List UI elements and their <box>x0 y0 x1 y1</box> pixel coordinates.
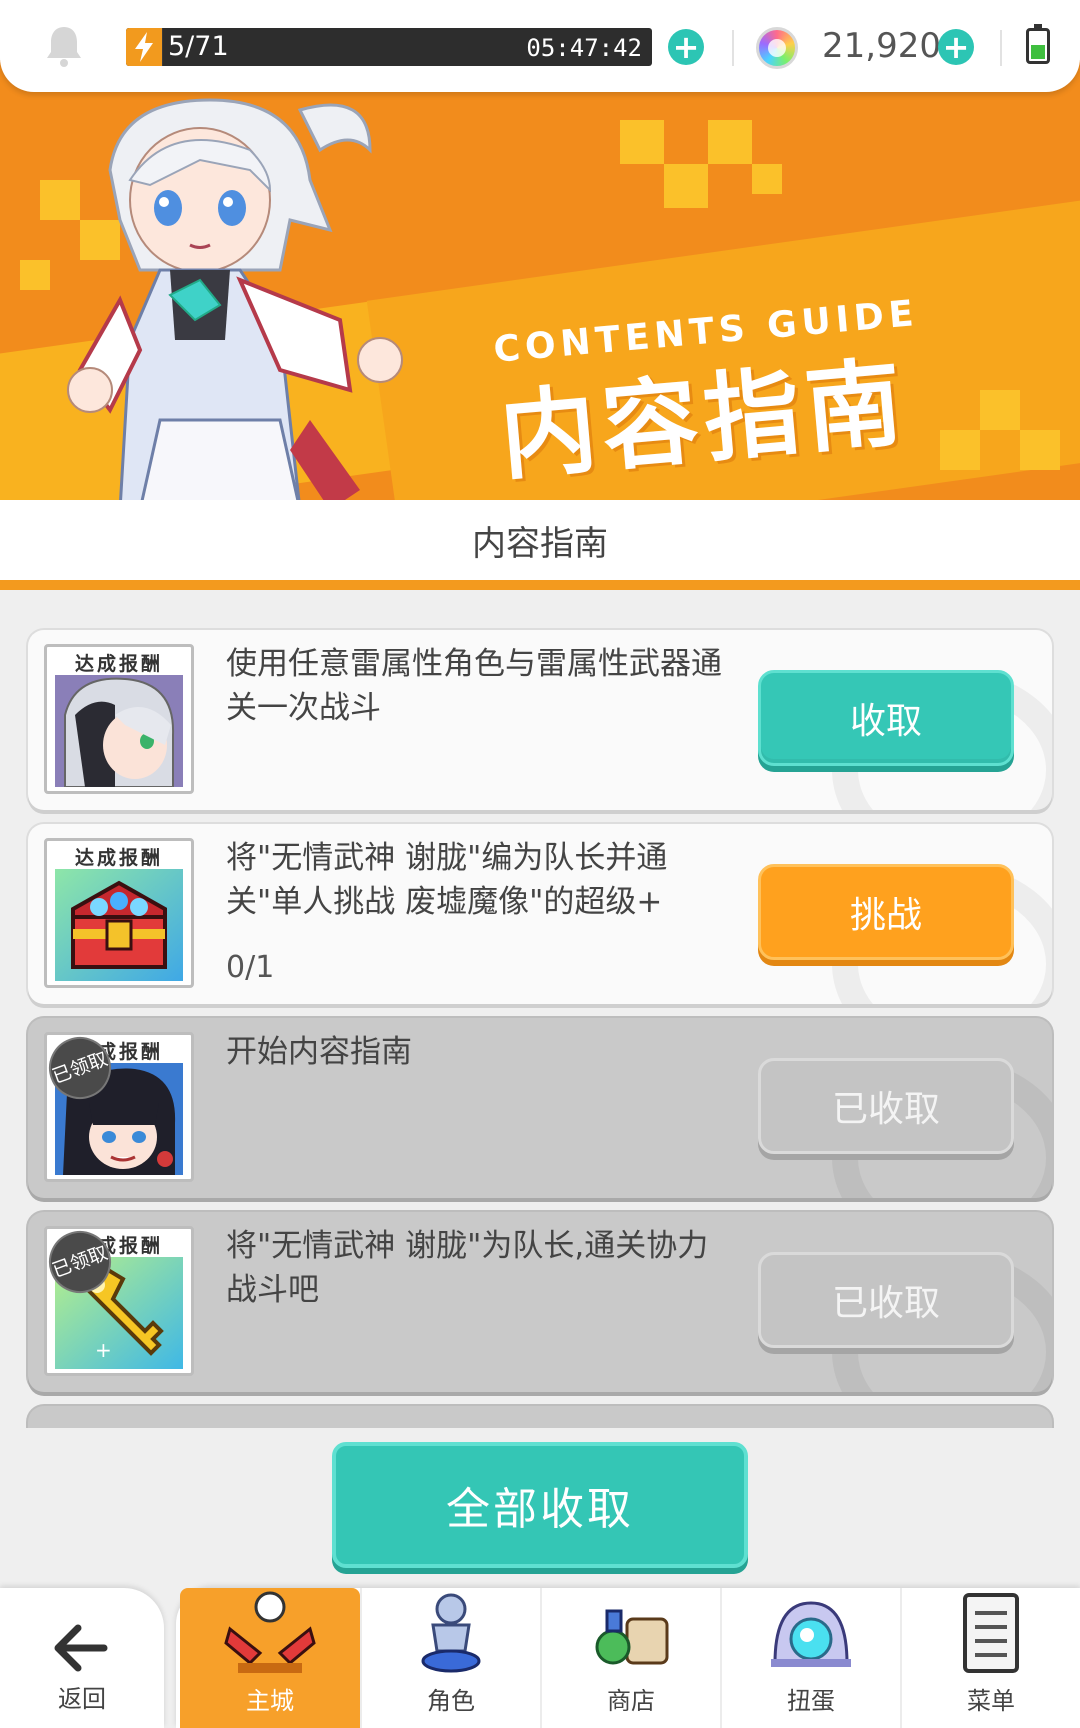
contents-guide-banner: CONTENTS GUIDE 内容指南 <box>0 60 1080 500</box>
quest-card: 达成报酬 已领取 开始内容指南 已收取 <box>28 1018 1052 1198</box>
nav-bar: 主城 角色 商店 扭蛋 菜单 <box>176 1588 1080 1728</box>
divider <box>1000 30 1002 66</box>
character-illustration <box>67 98 403 500</box>
character-icon <box>421 1593 481 1673</box>
nav-label: 菜单 <box>967 1687 1015 1715</box>
gacha-machine-icon <box>771 1601 851 1667</box>
shop-bag-icon <box>595 1609 669 1665</box>
menu-list-icon <box>963 1593 1019 1673</box>
quest-description: 开始内容指南 <box>226 1034 412 1070</box>
page-title: 内容指南 <box>0 500 1080 590</box>
nav-label: 商店 <box>607 1687 655 1715</box>
stamina-timer: 05:47:42 <box>526 34 642 62</box>
nav-item-gacha[interactable]: 扭蛋 <box>720 1588 900 1728</box>
lightning-icon <box>126 28 162 66</box>
stamina-bar: 5/71 05:47:42 <box>126 28 652 66</box>
reward-thumbnail: 达成报酬 <box>44 644 194 794</box>
quest-description: 使用任意雷属性角色与雷属性武器通关一次战斗 <box>226 646 722 726</box>
quest-list[interactable]: 达成报酬 使用任意雷属性角色与雷属性武器通关一次战斗 收取 达成报酬 将"无情武… <box>0 620 1080 1428</box>
top-status-bar: 5/71 05:47:42 + 21,920 + <box>0 0 1080 92</box>
nav-label: 角色 <box>427 1687 475 1715</box>
add-stamina-button[interactable]: + <box>668 29 704 65</box>
claim-all-button[interactable]: 全部收取 <box>332 1442 748 1568</box>
quest-card <box>28 1406 1052 1428</box>
back-label: 返回 <box>58 1685 106 1713</box>
reward-thumbnail: 达成报酬 <box>44 838 194 988</box>
divider <box>732 30 734 66</box>
nav-item-shop[interactable]: 商店 <box>540 1588 720 1728</box>
home-castle-icon <box>224 1591 316 1673</box>
battery-icon <box>1026 24 1050 64</box>
back-button[interactable]: 返回 <box>0 1588 164 1728</box>
nav-item-menu[interactable]: 菜单 <box>900 1588 1080 1728</box>
quest-card: 达成报酬 + 已领取 将"无情武神 谢胧"为队长,通关协力战斗吧 已收取 <box>28 1212 1052 1392</box>
quest-card: 达成报酬 使用任意雷属性角色与雷属性武器通关一次战斗 收取 <box>28 630 1052 810</box>
svg-text:+: + <box>95 1338 112 1362</box>
claimed-button: 已收取 <box>758 1252 1014 1348</box>
reward-tag: 达成报酬 <box>74 847 163 869</box>
reward-tag: 达成报酬 <box>74 653 163 675</box>
nav-item-characters[interactable]: 角色 <box>360 1588 540 1728</box>
quest-progress: 0/1 <box>226 950 275 985</box>
quest-description: 将"无情武神 谢胧"编为队长并通关"单人挑战 废墟魔像"的超级+ <box>226 840 668 920</box>
nav-label: 扭蛋 <box>787 1687 835 1715</box>
challenge-button[interactable]: 挑战 <box>758 864 1014 960</box>
reward-thumbnail: 达成报酬 + 已领取 <box>44 1226 194 1376</box>
back-arrow-icon <box>54 1624 108 1672</box>
gem-count: 21,920 <box>822 26 941 66</box>
quest-description: 将"无情武神 谢胧"为队长,通关协力战斗吧 <box>226 1228 709 1308</box>
claimed-button: 已收取 <box>758 1058 1014 1154</box>
add-gems-button[interactable]: + <box>938 29 974 65</box>
nav-label: 主城 <box>246 1687 294 1715</box>
bell-icon[interactable] <box>44 24 84 68</box>
nav-item-home[interactable]: 主城 <box>180 1588 360 1728</box>
claim-button[interactable]: 收取 <box>758 670 1014 766</box>
treasure-chest-icon <box>55 869 183 981</box>
bottom-nav: 返回 主城 角色 商店 扭蛋 菜单 <box>0 1588 1080 1728</box>
reward-thumbnail: 达成报酬 已领取 <box>44 1032 194 1182</box>
gem-icon <box>756 27 798 69</box>
character-portrait-icon <box>55 675 183 787</box>
stamina-value: 5/71 <box>168 31 229 62</box>
quest-card: 达成报酬 将"无情武神 谢胧"编为队长并通关"单人挑战 废墟魔像"的超级+ 0/… <box>28 824 1052 1004</box>
